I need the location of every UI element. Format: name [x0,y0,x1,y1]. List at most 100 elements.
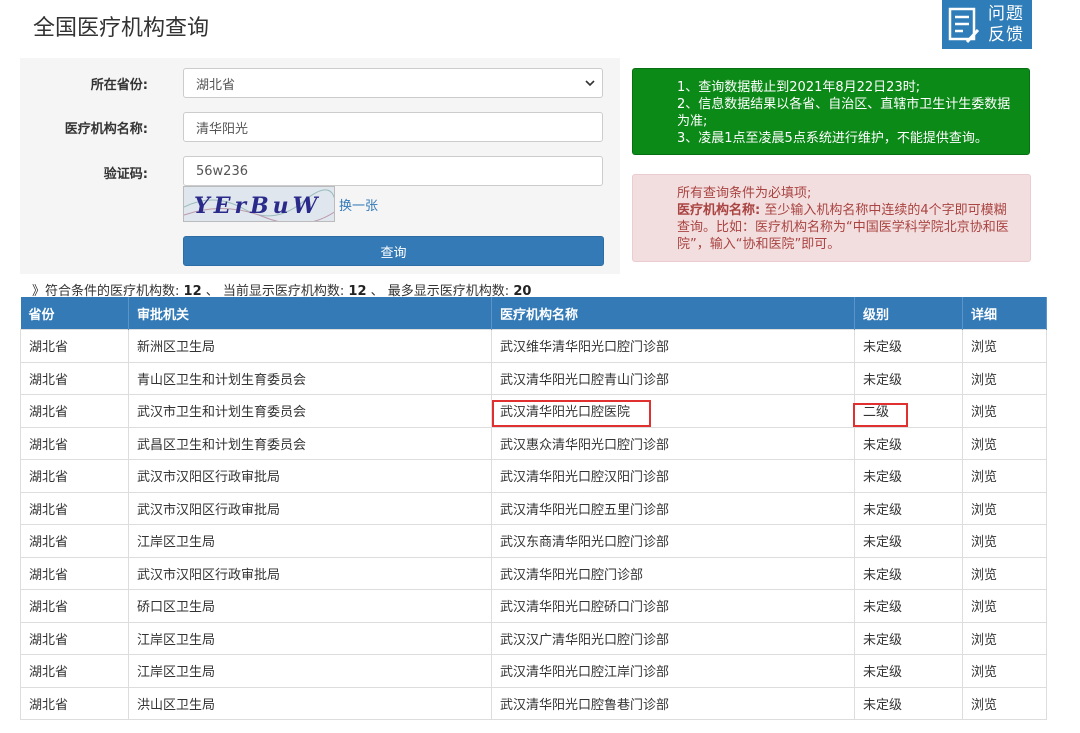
feedback-label: 问题 反馈 [988,3,1024,45]
captcha-image[interactable]: YErBuW [183,186,335,222]
cell-province: 湖北省 [20,329,129,363]
warning-text-block: 医疗机构名称: 至少输入机构名称中连续的4个字即可模糊查询。比如：医疗机构名称为… [677,202,1018,253]
cell-institution-name: 武汉清华阳光口腔门诊部 [491,556,855,590]
cell-authority: 江岸区卫生局 [128,524,492,558]
browse-link[interactable]: 浏览 [962,491,1047,525]
institution-name-input[interactable]: 清华阳光 [183,112,603,142]
cell-level: 未定级 [854,556,963,590]
query-button[interactable]: 查询 [183,236,604,266]
feedback-icon [946,5,982,45]
column-header-level: 级别 [854,297,963,330]
warning-intro: 所有查询条件为必填项; [677,186,812,201]
table-row: 湖北省 江岸区卫生局 武汉东商清华阳光口腔门诊部 未定级 浏览 [20,524,1047,558]
table-row: 湖北省 武汉市汉阳区行政审批局 武汉清华阳光口腔门诊部 未定级 浏览 [20,556,1047,590]
province-select[interactable]: 湖北省 [183,68,603,98]
cell-authority: 青山区卫生和计划生育委员会 [128,361,492,395]
notice-line: 1、查询数据截止到2021年8月22日23时; [677,80,921,95]
cell-province: 湖北省 [20,426,129,460]
cell-province: 湖北省 [20,394,129,428]
table-row: 湖北省 江岸区卫生局 武汉清华阳光口腔江岸门诊部 未定级 浏览 [20,654,1047,688]
province-label: 所在省份: [90,78,148,93]
highlight-box [853,403,908,427]
cell-level: 未定级 [854,524,963,558]
browse-link[interactable]: 浏览 [962,329,1047,363]
warning-bold-label: 医疗机构名称: [677,203,761,218]
cell-institution-name: 武汉清华阳光口腔五里门诊部 [491,491,855,525]
table-row: 湖北省 洪山区卫生局 武汉清华阳光口腔鲁巷门诊部 未定级 浏览 [20,686,1047,720]
column-header-detail: 详细 [962,297,1047,330]
cell-level: 未定级 [854,654,963,688]
cell-province: 湖北省 [20,361,129,395]
browse-link[interactable]: 浏览 [962,556,1047,590]
cell-level: 未定级 [854,426,963,460]
cell-level: 未定级 [854,459,963,493]
browse-link[interactable]: 浏览 [962,621,1047,655]
cell-institution-name: 武汉惠众清华阳光口腔门诊部 [491,426,855,460]
browse-link[interactable]: 浏览 [962,686,1047,720]
cell-level: 未定级 [854,491,963,525]
cell-institution-name: 武汉清华阳光口腔鲁巷门诊部 [491,686,855,720]
cell-province: 湖北省 [20,491,129,525]
cell-institution-name: 武汉清华阳光口腔江岸门诊部 [491,654,855,688]
cell-authority: 新洲区卫生局 [128,329,492,363]
page-title: 全国医疗机构查询 [33,16,210,41]
svg-text:YErBuW: YErBuW [194,193,321,219]
column-header-province: 省份 [20,297,129,330]
warning-panel: 所有查询条件为必填项; 医疗机构名称: 至少输入机构名称中连续的4个字即可模糊查… [632,174,1031,262]
cell-authority: 硚口区卫生局 [128,589,492,623]
cell-authority: 武汉市汉阳区行政审批局 [128,491,492,525]
cell-institution-name: 武汉清华阳光口腔汉阳门诊部 [491,459,855,493]
table-row: 湖北省 武汉市汉阳区行政审批局 武汉清华阳光口腔五里门诊部 未定级 浏览 [20,491,1047,525]
browse-link[interactable]: 浏览 [962,654,1047,688]
cell-authority: 江岸区卫生局 [128,654,492,688]
cell-authority: 武昌区卫生和计划生育委员会 [128,426,492,460]
feedback-button[interactable]: 问题 反馈 [942,0,1032,49]
table-row: 湖北省 武汉市汉阳区行政审批局 武汉清华阳光口腔汉阳门诊部 未定级 浏览 [20,459,1047,493]
cell-province: 湖北省 [20,621,129,655]
cell-province: 湖北省 [20,556,129,590]
cell-province: 湖北省 [20,654,129,688]
cell-authority: 武汉市卫生和计划生育委员会 [128,394,492,428]
column-header-name: 医疗机构名称 [491,297,855,330]
chevron-down-icon [584,75,596,95]
highlight-box [492,400,651,427]
table-header-row: 省份 审批机关 医疗机构名称 级别 详细 [20,297,1047,330]
cell-institution-name: 武汉清华阳光口腔青山门诊部 [491,361,855,395]
cell-institution-name: 武汉东商清华阳光口腔门诊部 [491,524,855,558]
table-row: 湖北省 青山区卫生和计划生育委员会 武汉清华阳光口腔青山门诊部 未定级 浏览 [20,361,1047,395]
table-row: 湖北省 江岸区卫生局 武汉汉广清华阳光口腔门诊部 未定级 浏览 [20,621,1047,655]
cell-level: 未定级 [854,329,963,363]
browse-link[interactable]: 浏览 [962,394,1047,428]
cell-authority: 洪山区卫生局 [128,686,492,720]
cell-province: 湖北省 [20,686,129,720]
cell-institution-name: 武汉汉广清华阳光口腔门诊部 [491,621,855,655]
cell-institution-name: 武汉清华阳光口腔硚口门诊部 [491,589,855,623]
cell-province: 湖北省 [20,589,129,623]
browse-link[interactable]: 浏览 [962,459,1047,493]
cell-province: 湖北省 [20,459,129,493]
cell-level: 未定级 [854,361,963,395]
cell-institution-name: 武汉维华清华阳光口腔门诊部 [491,329,855,363]
institution-name-label: 医疗机构名称: [64,122,148,137]
browse-link[interactable]: 浏览 [962,361,1047,395]
cell-authority: 武汉市汉阳区行政审批局 [128,459,492,493]
cell-authority: 江岸区卫生局 [128,621,492,655]
captcha-input[interactable]: 56w236 [183,156,603,186]
cell-province: 湖北省 [20,524,129,558]
browse-link[interactable]: 浏览 [962,426,1047,460]
browse-link[interactable]: 浏览 [962,524,1047,558]
results-table: 省份 审批机关 医疗机构名称 级别 详细 湖北省 新洲区卫生局 武汉维华清华阳光口腔… [20,297,1047,720]
notice-panel: 1、查询数据截止到2021年8月22日23时; 2、信息数据结果以各省、自治区、… [632,68,1030,155]
cell-level: 未定级 [854,686,963,720]
cell-level: 未定级 [854,589,963,623]
browse-link[interactable]: 浏览 [962,589,1047,623]
table-row: 湖北省 硚口区卫生局 武汉清华阳光口腔硚口门诊部 未定级 浏览 [20,589,1047,623]
cell-level: 未定级 [854,621,963,655]
table-row: 湖北省 武昌区卫生和计划生育委员会 武汉惠众清华阳光口腔门诊部 未定级 浏览 [20,426,1047,460]
captcha-label: 验证码: [103,167,148,182]
refresh-captcha-link[interactable]: 换一张 [339,195,378,214]
notice-line: 3、凌晨1点至凌晨5点系统进行维护，不能提供查询。 [677,131,988,146]
table-row: 湖北省 新洲区卫生局 武汉维华清华阳光口腔门诊部 未定级 浏览 [20,329,1047,363]
notice-line: 2、信息数据结果以各省、自治区、直辖市卫生计生委数据为准; [677,97,1011,129]
column-header-authority: 审批机关 [128,297,492,330]
